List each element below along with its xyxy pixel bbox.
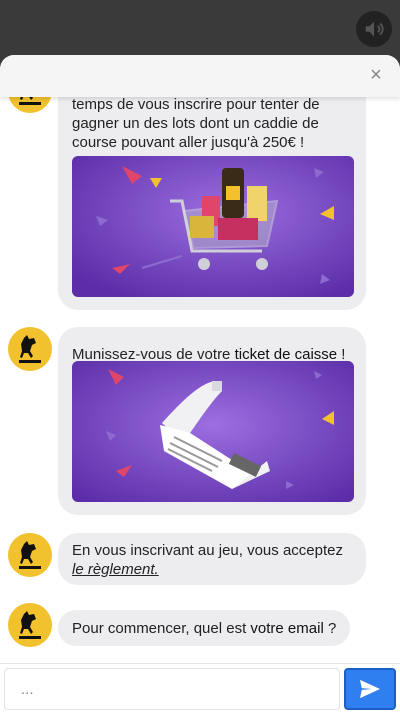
horse-logo-icon [19, 335, 41, 363]
horse-logo-icon [19, 611, 41, 639]
message-text-strong: votre email [250, 620, 324, 637]
bot-avatar [8, 327, 52, 371]
shopping-cart-image [72, 156, 354, 297]
chat-panel: temps de vous inscrire pour tenter de ga… [0, 55, 400, 712]
message-composer [0, 663, 400, 712]
message-text-part: ? [323, 620, 337, 637]
horse-logo-icon [19, 541, 41, 569]
rules-link[interactable]: le règlement. [72, 560, 159, 579]
speaker-icon [365, 21, 384, 37]
sound-toggle-button[interactable] [356, 11, 392, 47]
bot-message-bubble: temps de vous inscrire pour tenter de ga… [58, 77, 366, 310]
send-icon [360, 679, 380, 699]
message-list[interactable]: temps de vous inscrire pour tenter de ga… [0, 55, 400, 663]
bot-avatar [8, 603, 52, 647]
message-text: Pour commencer, quel est votre email ? [72, 619, 336, 638]
receipt-image [72, 361, 354, 502]
message-text: temps de vous inscrire pour tenter de ga… [72, 96, 320, 151]
message-text-part: Pour commencer, quel est [72, 620, 251, 637]
message-text: En vous inscrivant au jeu, vous acceptez [72, 542, 343, 559]
bot-avatar [8, 533, 52, 577]
message-input[interactable] [4, 668, 340, 710]
bot-message-bubble: Munissez-vous de votre ticket de caisse … [58, 327, 366, 515]
close-button[interactable]: × [366, 65, 386, 85]
chat-header: × [0, 55, 400, 97]
send-button[interactable] [344, 668, 396, 710]
bot-message-bubble: En vous inscrivant au jeu, vous acceptez… [58, 533, 366, 585]
close-icon: × [370, 64, 382, 86]
bot-message-bubble: Pour commencer, quel est votre email ? [58, 610, 350, 646]
